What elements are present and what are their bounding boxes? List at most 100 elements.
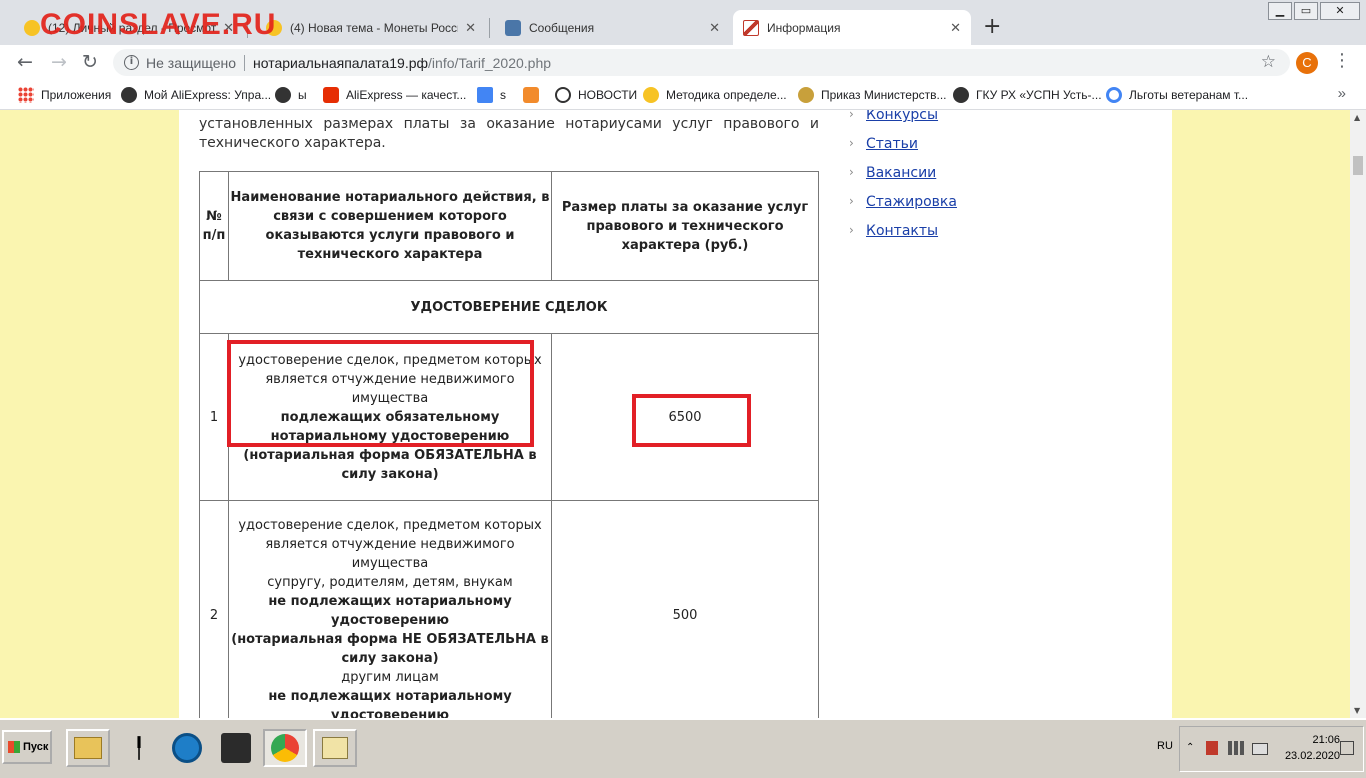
bookmark-veterans[interactable]: Льготы ветеранам т... [1106,87,1248,103]
taskbar-tool[interactable]: ╿ [117,729,161,767]
tab-new-topic[interactable]: (4) Новая тема - Монеты России и ✕ [256,10,486,45]
clock-time[interactable]: 21:06 [1312,734,1340,746]
taskbar-wot[interactable] [214,729,258,767]
header-number: № п/п [199,171,229,281]
smiley-icon [643,87,659,103]
bookmark-news[interactable]: НОВОСТИ [555,87,637,103]
mail-icon [523,87,539,103]
bookmark-aliexpress-account[interactable]: Мой AliExpress: Упра... [121,87,271,103]
intro-text: установленных размерах платы за оказание… [199,116,819,151]
reload-icon[interactable]: ↻ [82,51,98,73]
divider [244,54,245,71]
info-icon[interactable]: i [124,55,139,70]
highlight-box-description [227,340,534,447]
minimize-button[interactable]: ▁ [1268,2,1292,20]
taskbar-explorer[interactable] [66,729,110,767]
insecure-label: Не защищено [146,54,236,71]
sidebar-item-articles[interactable]: › Статьи [849,136,918,152]
message-icon [505,19,521,36]
language-indicator[interactable]: RU [1157,740,1173,752]
bookmarks-bar: Приложения Мой AliExpress: Упра... ы Ali… [0,80,1366,110]
notification-icon[interactable] [1340,741,1354,755]
section-row: УДОСТОВЕРЕНИЕ СДЕЛОК [199,280,819,334]
sidebar-item-contests[interactable]: › Конкурсы [849,110,938,123]
highlight-box-price [632,394,751,447]
scroll-up-icon[interactable]: ▲ [1354,113,1360,122]
signal-icon[interactable] [1228,741,1244,755]
start-button[interactable]: Пуск [2,730,52,764]
globe-icon [121,87,137,103]
smiley-icon [24,19,40,36]
ccleaner-icon [172,733,202,763]
bookmark-star-icon[interactable]: ☆ [1261,52,1276,72]
back-icon[interactable]: ← [17,51,33,73]
forward-icon[interactable]: → [51,51,67,73]
emblem-icon [798,87,814,103]
table-row: 2 удостоверение сделок, предметом которы… [199,500,819,718]
age-rating-icon [555,87,571,103]
content-area: установленных размерах платы за оказание… [179,110,1172,718]
arrow-right-icon: › [849,223,854,237]
close-window-button[interactable]: ✕ [1320,2,1360,20]
globe-icon [275,87,291,103]
taskbar-window[interactable] [313,729,357,767]
bookmark-aliexpress[interactable]: AliExpress — качест... [323,87,466,103]
clock-date[interactable]: 23.02.2020 [1285,750,1340,762]
taskbar: Пуск ╿ RU ⌃ 21:06 23.02.2020 [0,718,1366,778]
bookmark-mail[interactable] [523,87,546,103]
tab-information[interactable]: Информация ✕ [733,10,971,45]
tray-app-icon[interactable] [1206,741,1218,755]
row-number: 1 [199,333,229,501]
sidebar-item-contacts[interactable]: › Контакты [849,223,938,239]
scroll-down-icon[interactable]: ▼ [1354,706,1360,715]
sidebar-item-vacancies[interactable]: › Вакансии [849,165,936,181]
address-bar[interactable]: i Не защищено нотариальнаяпалата19.рф/in… [113,49,1290,76]
table-header-row: № п/п Наименование нотариального действи… [199,171,819,281]
vertical-scrollbar[interactable]: ▲ ▼ [1350,110,1366,718]
scroll-thumb[interactable] [1353,156,1363,175]
close-icon[interactable]: ✕ [465,20,476,36]
close-icon[interactable]: ✕ [950,20,961,36]
taskbar-ccleaner[interactable] [165,729,209,767]
bookmark-translate[interactable]: s [477,87,506,103]
translate-icon [477,87,493,103]
menu-icon[interactable]: ⋮ [1333,50,1351,71]
window-icon [322,737,348,759]
new-tab-button[interactable]: + [983,14,1001,39]
url-path: /info/Tarif_2020.php [428,54,552,71]
bookmark-method[interactable]: Методика определе... [643,87,787,103]
arrow-right-icon: › [849,165,854,179]
arrow-right-icon: › [849,136,854,150]
toolbar: ← → ↻ i Не защищено нотариальнаяпалата19… [0,45,1366,80]
arrow-right-icon: › [849,194,854,208]
system-tray: ⌃ [1179,726,1364,772]
profile-avatar[interactable]: С [1296,52,1318,74]
bookmark-y[interactable]: ы [275,87,307,103]
arrow-right-icon: › [849,110,854,121]
page-background: установленных размерах платы за оказание… [0,110,1350,718]
chevron-up-icon[interactable]: ⌃ [1186,742,1194,753]
bookmark-ministry[interactable]: Приказ Министерств... [798,87,947,103]
battery-icon[interactable] [1252,743,1268,755]
bookmark-apps[interactable]: Приложения [18,87,111,103]
aliexpress-icon [323,87,339,103]
globe-icon [953,87,969,103]
notary-logo-icon [743,19,759,36]
sidebar-item-internship[interactable]: › Стажировка [849,194,957,210]
watermark: COINSLAVE.RU [40,8,277,41]
more-bookmarks-icon[interactable]: » [1338,85,1346,102]
bookmark-gku[interactable]: ГКУ РХ «УСПН Усть-... [953,87,1102,103]
close-icon[interactable]: ✕ [709,20,720,36]
maximize-button[interactable]: ▭ [1294,2,1318,20]
header-fee: Размер платы за оказание услуг правового… [551,171,819,281]
taskbar-chrome[interactable] [263,729,307,767]
row-description: удостоверение сделок, предметом которых … [228,500,552,718]
chrome-icon [271,734,299,762]
url-host: нотариальнаяпалата19.рф [253,54,429,71]
tab-messages[interactable]: Сообщения ✕ [495,10,730,45]
windows-flag-icon [8,741,20,753]
header-action: Наименование нотариального действия, в с… [228,171,552,281]
row-number: 2 [199,500,229,718]
tool-icon: ╿ [132,736,146,760]
apps-grid-icon [18,87,34,103]
